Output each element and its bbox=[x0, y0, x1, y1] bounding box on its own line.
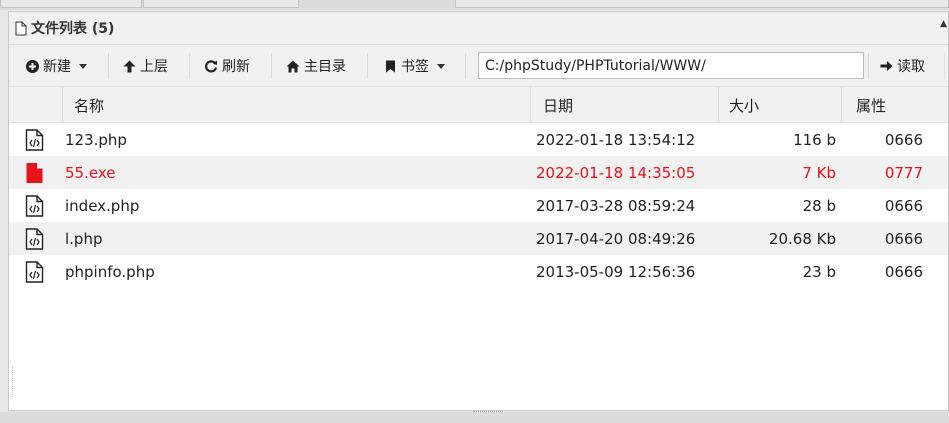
header-icon-column bbox=[9, 87, 62, 123]
file-name[interactable]: 55.exe bbox=[65, 156, 115, 189]
top-tab-strip bbox=[0, 0, 949, 10]
file-name[interactable]: phpinfo.php bbox=[65, 255, 155, 288]
file-size: 28 b bbox=[802, 196, 836, 215]
table-row[interactable]: index.php 2017-03-28 08:59:24 28 b 0666 bbox=[9, 189, 948, 222]
toolbar-divider bbox=[367, 53, 368, 79]
left-resize-handle[interactable] bbox=[12, 367, 14, 397]
header-name[interactable]: 名称 bbox=[62, 87, 530, 123]
panel-titlebar: 文件列表 (5) ▲ bbox=[9, 12, 948, 45]
file-size: 116 b bbox=[793, 130, 836, 149]
arrow-up-icon bbox=[122, 59, 136, 73]
refresh-icon bbox=[204, 59, 218, 73]
panel-title: 文件列表 (5) bbox=[31, 21, 115, 37]
toolbar-divider bbox=[944, 53, 945, 79]
header-date-label: 日期 bbox=[543, 96, 574, 115]
new-button-label: 新建 bbox=[43, 59, 71, 75]
path-input[interactable] bbox=[478, 52, 864, 79]
home-icon bbox=[286, 59, 300, 73]
header-size[interactable]: 大小 bbox=[718, 87, 841, 123]
toolbar-divider bbox=[271, 53, 272, 79]
file-attr: 0666 bbox=[884, 130, 923, 149]
bookmark-icon bbox=[383, 59, 397, 73]
table-row[interactable]: phpinfo.php 2013-05-09 12:56:36 23 b 066… bbox=[9, 255, 948, 288]
file-date: 2013-05-09 12:56:36 bbox=[536, 262, 696, 281]
tab-2[interactable] bbox=[143, 0, 299, 8]
tab-1[interactable] bbox=[0, 0, 142, 8]
file-attr: 0666 bbox=[884, 229, 923, 248]
bookmark-label: 书签 bbox=[401, 59, 429, 75]
toolbar-divider bbox=[108, 53, 109, 79]
table-row[interactable]: l.php 2017-04-20 08:49:26 20.68 Kb 0666 bbox=[9, 222, 948, 255]
up-level-label: 上层 bbox=[140, 59, 168, 75]
toolbar: 新建 上层 刷新 主目录 书签 C:/phpStudy/PHPTutorial/… bbox=[9, 45, 948, 87]
chevron-down-icon bbox=[79, 63, 87, 69]
collapse-arrow-icon[interactable]: ▲ bbox=[940, 19, 947, 29]
exe-file-icon bbox=[26, 163, 43, 183]
file-date: 2022-01-18 13:54:12 bbox=[536, 130, 696, 149]
php-file-icon bbox=[25, 129, 44, 151]
grid-header: 名称 日期 大小 属性 bbox=[9, 87, 948, 123]
bookmark-button[interactable]: 书签 bbox=[383, 51, 445, 81]
header-name-label: 名称 bbox=[74, 96, 105, 115]
php-file-icon bbox=[25, 261, 44, 283]
file-size: 7 Kb bbox=[802, 163, 836, 182]
table-row[interactable]: 55.exe 2022-01-18 14:35:05 7 Kb 0777 bbox=[9, 156, 948, 189]
file-size: 20.68 Kb bbox=[768, 229, 836, 248]
file-size: 23 b bbox=[802, 262, 836, 281]
toolbar-divider bbox=[868, 53, 869, 79]
file-date: 2017-03-28 08:59:24 bbox=[536, 196, 696, 215]
file-date: 2017-04-20 08:49:26 bbox=[536, 229, 696, 248]
table-row[interactable]: 123.php 2022-01-18 13:54:12 116 b 0666 bbox=[9, 123, 948, 156]
php-file-icon bbox=[25, 228, 44, 250]
file-name[interactable]: l.php bbox=[65, 222, 103, 255]
php-file-icon bbox=[25, 195, 44, 217]
document-icon bbox=[15, 21, 27, 35]
header-attr[interactable]: 属性 bbox=[841, 87, 948, 123]
header-date[interactable]: 日期 bbox=[530, 87, 718, 123]
refresh-label: 刷新 bbox=[222, 59, 250, 75]
file-name[interactable]: 123.php bbox=[65, 123, 127, 156]
up-level-button[interactable]: 上层 bbox=[122, 51, 168, 81]
file-attr: 0666 bbox=[884, 196, 923, 215]
file-date: 2022-01-18 14:35:05 bbox=[536, 163, 696, 182]
file-attr: 0666 bbox=[884, 262, 923, 281]
arrow-right-icon bbox=[879, 59, 893, 73]
plus-circle-icon bbox=[25, 59, 39, 73]
home-button[interactable]: 主目录 bbox=[286, 51, 346, 81]
new-button[interactable]: 新建 bbox=[25, 51, 87, 81]
refresh-button[interactable]: 刷新 bbox=[204, 51, 250, 81]
read-button[interactable]: 读取 bbox=[879, 51, 925, 81]
header-attr-label: 属性 bbox=[856, 96, 887, 115]
bottom-strip bbox=[0, 412, 949, 423]
file-list-panel: 文件列表 (5) ▲ 新建 上层 刷新 主目录 书签 C:/phpStudy/P… bbox=[8, 11, 949, 414]
read-label: 读取 bbox=[897, 59, 925, 75]
header-size-label: 大小 bbox=[729, 96, 760, 115]
tab-3[interactable] bbox=[455, 0, 949, 8]
home-label: 主目录 bbox=[304, 59, 346, 75]
chevron-down-icon bbox=[437, 63, 445, 69]
file-attr: 0777 bbox=[884, 163, 923, 182]
toolbar-divider bbox=[189, 53, 190, 79]
file-name[interactable]: index.php bbox=[65, 189, 139, 222]
toolbar-divider bbox=[465, 53, 466, 79]
